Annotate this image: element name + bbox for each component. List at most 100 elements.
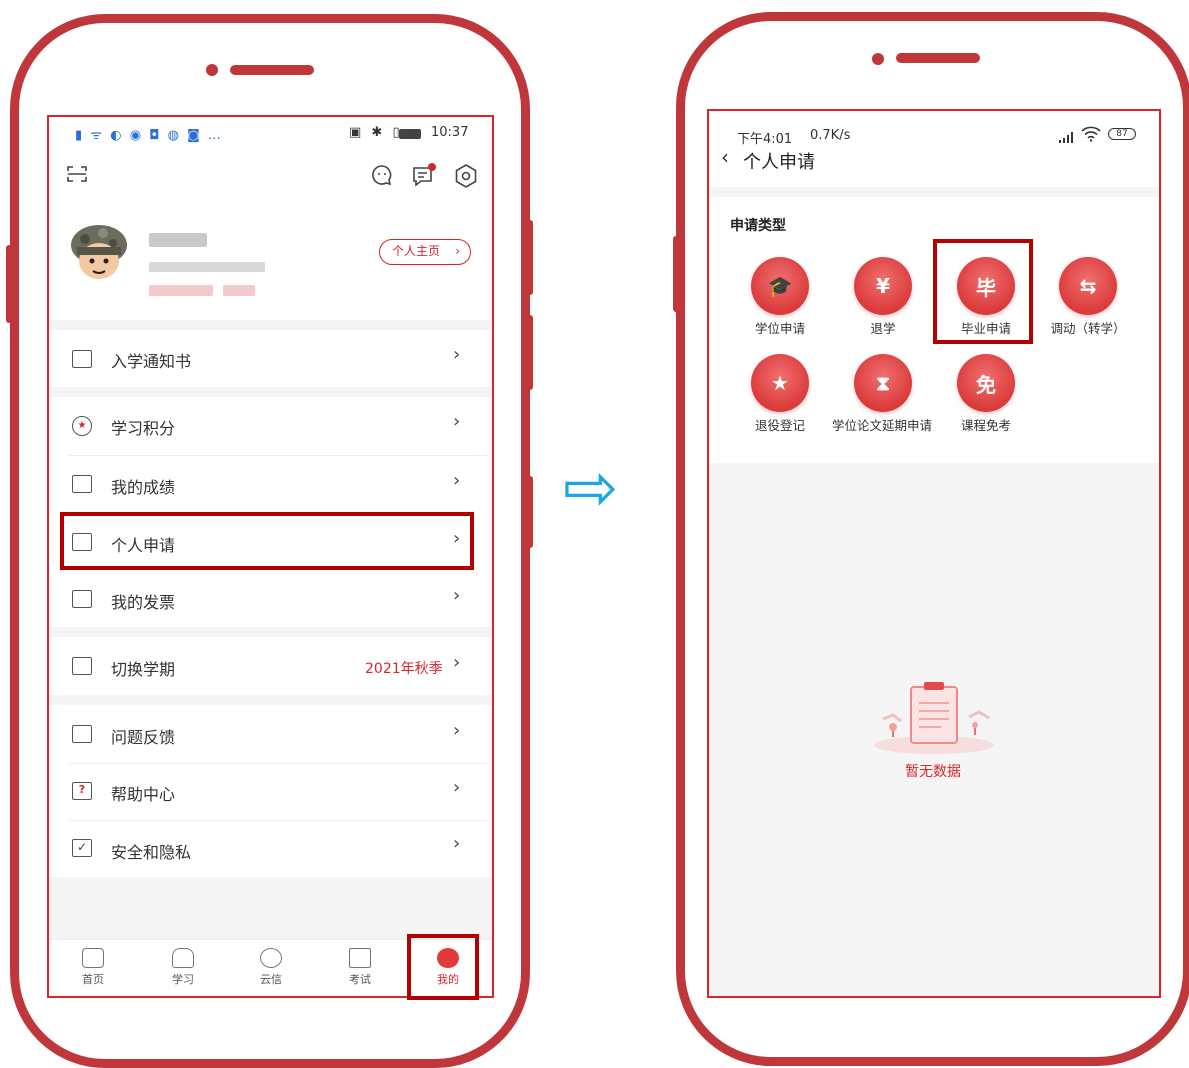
- message-icon[interactable]: [411, 163, 437, 189]
- chevron-right-icon: ›: [453, 470, 461, 491]
- chat-icon[interactable]: [370, 163, 394, 187]
- menu-item-label: 我的成绩: [111, 478, 176, 497]
- app-label: 调动（转学）: [1050, 321, 1126, 336]
- homepage-button-label: 个人主页: [392, 244, 441, 258]
- chevron-right-icon: ›: [453, 777, 461, 798]
- app-transfer[interactable]: ⇆ 调动（转学）: [1038, 257, 1138, 337]
- back-button[interactable]: ‹: [721, 145, 729, 169]
- menu-item-label: 切换学期: [111, 660, 176, 679]
- section-divider: [49, 387, 492, 397]
- tab-home[interactable]: 首页: [63, 948, 123, 987]
- notice-icon: [72, 350, 92, 368]
- transfer-icon: ⇆: [1059, 257, 1117, 315]
- app-label: 学位论文延期申请: [832, 418, 933, 433]
- current-semester-value: 2021年秋季: [365, 661, 443, 677]
- empty-clipboard-icon: [869, 677, 999, 757]
- app-veteran-registration[interactable]: ★ 退役登记: [730, 354, 830, 434]
- help-icon: ?: [72, 782, 92, 800]
- status-bar-time: 下午4:01: [737, 132, 793, 147]
- battery-icon: 87: [1108, 128, 1136, 140]
- settings-icon[interactable]: [453, 163, 479, 189]
- right-phone-speaker: [896, 53, 980, 63]
- menu-item-label: 入学通知书: [111, 352, 192, 371]
- chevron-right-icon: ›: [453, 652, 461, 673]
- graduation-cap-icon: [172, 948, 194, 968]
- tab-label: 首页: [82, 973, 104, 986]
- app-label: 课程免考: [960, 418, 1011, 433]
- transition-arrow: ⇨: [563, 449, 619, 526]
- tab-messages[interactable]: 云信: [241, 948, 301, 987]
- switch-icon: [72, 657, 92, 675]
- menu-item-admission-notice[interactable]: 入学通知书 ›: [49, 330, 492, 387]
- avatar[interactable]: [67, 221, 131, 285]
- section-divider: [49, 627, 492, 637]
- chevron-right-icon: ›: [453, 344, 461, 365]
- tab-exams[interactable]: 考试: [330, 948, 390, 987]
- exemption-icon: 免: [957, 354, 1015, 412]
- star-icon: ★: [72, 416, 92, 436]
- signal-icon: [1057, 128, 1077, 143]
- chevron-right-icon: ›: [453, 833, 461, 854]
- feedback-icon: [72, 725, 92, 743]
- menu-item-my-grades[interactable]: 我的成绩 ›: [49, 456, 492, 513]
- tab-label: 考试: [349, 973, 371, 986]
- page-title: 个人申请: [743, 152, 815, 173]
- section-title: 申请类型: [730, 218, 786, 234]
- menu-item-label: 帮助中心: [111, 785, 176, 804]
- app-label: 退役登记: [754, 418, 805, 433]
- book-icon: [82, 948, 104, 968]
- app-course-exemption[interactable]: 免 课程免考: [936, 354, 1036, 434]
- app-label: 学位申请: [754, 321, 805, 336]
- yuan-icon: ¥: [854, 257, 912, 315]
- left-phone-side-button: [6, 245, 14, 323]
- section-divider: [49, 695, 492, 705]
- exam-paper-icon: [349, 948, 371, 968]
- app-degree-application[interactable]: 🎓 学位申请: [730, 257, 830, 337]
- document-star-icon: ★: [751, 354, 809, 412]
- tab-label: 学习: [172, 973, 194, 986]
- menu-item-help-center[interactable]: ? 帮助中心 ›: [49, 764, 492, 820]
- left-phone-power-button: [525, 476, 533, 548]
- battery-icon: [399, 129, 421, 139]
- invoice-icon: [72, 590, 92, 608]
- chevron-right-icon: ›: [453, 411, 461, 432]
- menu-item-feedback[interactable]: 问题反馈 ›: [49, 705, 492, 762]
- status-bar-right-icons: ▣ ✱ ▯: [349, 125, 403, 140]
- right-phone-camera: [872, 53, 884, 65]
- chevron-right-icon: ›: [453, 720, 461, 741]
- menu-item-label: 问题反馈: [111, 728, 176, 747]
- profile-tag-redacted-2: [223, 285, 255, 296]
- chevron-right-icon: ›: [453, 585, 461, 606]
- homepage-button[interactable]: 个人主页 ›: [379, 239, 471, 265]
- left-phone-volume-button: [525, 220, 533, 295]
- chat-bubble-icon: [260, 948, 282, 968]
- profile-name-redacted: [149, 233, 207, 247]
- menu-item-label: 学习积分: [111, 419, 176, 438]
- highlight-personal-application: [60, 512, 474, 570]
- hourglass-icon: ⧗: [854, 354, 912, 412]
- bottom-blank-area: [49, 877, 492, 939]
- tab-study[interactable]: 学习: [153, 948, 213, 987]
- highlight-graduation-application: [933, 239, 1033, 344]
- wifi-icon: [1081, 126, 1101, 142]
- menu-item-study-points[interactable]: ★ 学习积分 ›: [49, 397, 492, 454]
- left-phone-camera: [206, 64, 218, 76]
- left-phone-volume-button-2: [525, 315, 533, 390]
- menu-item-security-privacy[interactable]: ✓ 安全和隐私 ›: [49, 821, 492, 877]
- menu-item-label: 我的发票: [111, 593, 176, 612]
- menu-item-switch-semester[interactable]: 切换学期 2021年秋季 ›: [49, 637, 492, 695]
- app-thesis-extension[interactable]: ⧗ 学位论文延期申请: [828, 354, 938, 434]
- menu-item-my-invoices[interactable]: 我的发票 ›: [49, 572, 492, 627]
- shield-check-icon: ✓: [72, 839, 92, 857]
- status-bar-left-icons: ▮ ᯤ ◐ ◉ ◘ ◍ ◙ …: [75, 128, 223, 143]
- tab-label: 云信: [260, 973, 282, 986]
- scan-icon[interactable]: [67, 165, 87, 183]
- profile-info-redacted: [149, 262, 265, 272]
- chevron-right-icon: ›: [455, 244, 460, 258]
- profile-tag-redacted: [149, 285, 213, 296]
- empty-state-text: 暂无数据: [905, 764, 961, 780]
- menu-item-label: 安全和隐私: [111, 843, 192, 862]
- status-bar-time: 10:37: [431, 125, 469, 140]
- app-withdraw[interactable]: ¥ 退学: [833, 257, 933, 337]
- graduation-cap-icon: 🎓: [751, 257, 809, 315]
